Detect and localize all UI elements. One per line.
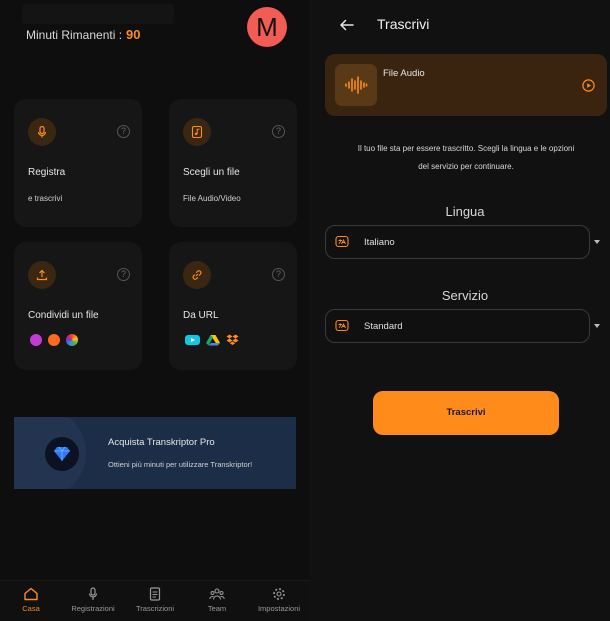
help-icon[interactable]: ? — [272, 268, 285, 281]
share-file-card-title: Condividi un file — [28, 310, 99, 321]
help-icon[interactable]: ? — [117, 268, 130, 281]
gear-icon — [273, 588, 285, 600]
language-select[interactable]: Italiano — [325, 225, 590, 259]
diamond-icon — [45, 437, 79, 471]
service-dropdown-icon[interactable] — [594, 324, 600, 328]
file-label: File Audio — [383, 68, 425, 79]
language-value: Italiano — [364, 237, 395, 248]
help-icon[interactable]: ? — [117, 125, 130, 138]
selected-file-card: File Audio — [325, 54, 607, 116]
instructions-line-2: del servizio per continuare. — [418, 162, 514, 171]
nav-item-transcriptions[interactable]: Trascrizioni — [124, 581, 186, 621]
back-arrow-icon[interactable] — [338, 16, 356, 34]
language-icon — [335, 235, 349, 248]
whatsapp-logo — [30, 334, 42, 346]
share-logos — [30, 334, 78, 346]
choose-file-card[interactable]: ? Scegli un file File Audio/Video — [169, 99, 297, 227]
waveform-icon — [335, 64, 377, 106]
music-file-icon — [183, 118, 211, 146]
microphone-icon — [28, 118, 56, 146]
banner-subtitle: Ottieni più minuti per utilizzare Transk… — [108, 460, 253, 469]
play-icon[interactable] — [582, 79, 595, 92]
telegram-logo — [48, 334, 60, 346]
share-file-card[interactable]: ? Condividi un file — [14, 242, 142, 370]
nav-label-recordings: Registrazioni — [71, 604, 115, 613]
service-label: Servizio — [441, 288, 489, 303]
help-icon[interactable]: ? — [272, 125, 285, 138]
link-icon — [183, 261, 211, 289]
url-card[interactable]: ? Da URL — [169, 242, 297, 370]
dropbox-logo — [226, 334, 239, 345]
choose-file-card-title: Scegli un file — [183, 167, 240, 178]
nav-label-transcriptions: Trascrizioni — [135, 604, 175, 613]
banner-title: Acquista Transkriptor Pro — [108, 437, 215, 448]
page-title: Trascrivi — [377, 16, 430, 32]
transcribe-screen: Trascrivi File Audio Il tuo file sta per… — [310, 0, 610, 621]
record-card-subtitle: e trascrivi — [28, 194, 63, 203]
document-icon — [149, 587, 161, 601]
minutes-label: Minuti Rimanenti : — [26, 28, 123, 42]
nav-label-settings: Impostazioni — [257, 604, 301, 613]
home-screen: Minuti Rimanenti :90 M ? Registra e tras… — [0, 0, 310, 621]
nav-item-settings[interactable]: Impostazioni — [248, 581, 310, 621]
nav-item-home[interactable]: Casa — [0, 581, 62, 621]
home-icon — [24, 587, 38, 601]
service-icon — [335, 319, 349, 332]
language-label: Lingua — [445, 204, 485, 219]
language-dropdown-icon[interactable] — [594, 240, 600, 244]
microphone-icon — [88, 587, 98, 600]
nav-item-recordings[interactable]: Registrazioni — [62, 581, 124, 621]
record-card[interactable]: ? Registra e trascrivi — [14, 99, 142, 227]
avatar[interactable]: M — [247, 7, 287, 47]
youtube-logo — [185, 335, 200, 345]
google-drive-logo — [206, 335, 220, 346]
record-card-title: Registra — [28, 167, 66, 178]
nav-item-team[interactable]: Team — [186, 581, 248, 621]
service-select[interactable]: Standard — [325, 309, 590, 343]
instructions-text: Il tuo file sta per essere trascritto. S… — [322, 140, 610, 176]
instructions-line-1: Il tuo file sta per essere trascritto. S… — [357, 144, 575, 153]
url-card-title: Da URL — [183, 310, 219, 321]
transcribe-button[interactable]: Trascrivi — [373, 391, 559, 435]
service-value: Standard — [364, 321, 403, 332]
nav-label-home: Casa — [22, 604, 40, 613]
redacted-area — [22, 4, 174, 24]
photos-logo — [66, 334, 78, 346]
choose-file-card-subtitle: File Audio/Video — [183, 194, 241, 203]
upgrade-banner[interactable]: Acquista Transkriptor Pro Ottieni più mi… — [14, 417, 296, 489]
upload-icon — [28, 261, 56, 289]
team-icon — [209, 588, 225, 600]
nav-label-team: Team — [207, 604, 227, 613]
bottom-navigation: Casa Registrazioni Trascrizioni Team Imp… — [0, 580, 310, 621]
url-logos — [185, 334, 239, 346]
minutes-value: 90 — [126, 27, 141, 42]
minutes-remaining: Minuti Rimanenti :90 — [26, 27, 141, 42]
